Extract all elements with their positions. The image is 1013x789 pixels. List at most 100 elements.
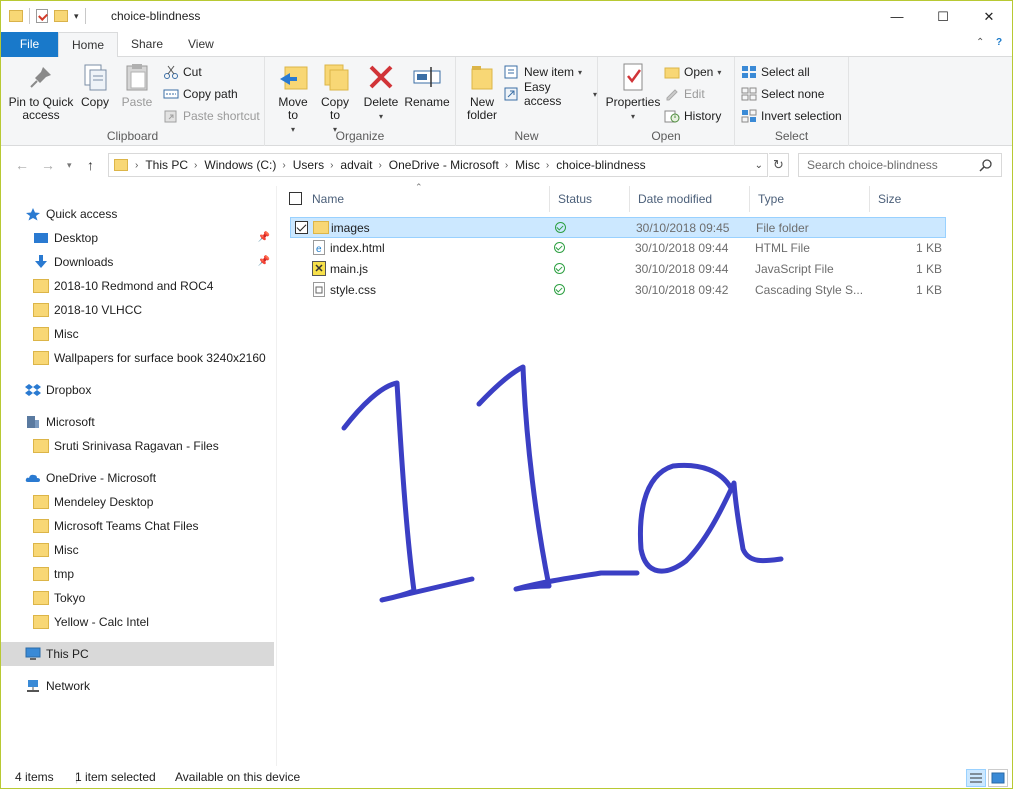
breadcrumb-misc[interactable]: Misc [511, 158, 543, 172]
file-row[interactable]: e index.html 30/10/2018 09:44 HTML File … [290, 238, 946, 259]
file-row[interactable]: main.js 30/10/2018 09:44 JavaScript File… [290, 259, 946, 280]
open-button[interactable]: Open ▾ [664, 63, 721, 81]
new-folder-icon[interactable] [54, 10, 68, 22]
column-status[interactable]: Status [550, 186, 630, 212]
copy-button[interactable]: Copy [77, 61, 113, 109]
up-arrow-icon[interactable]: ↑ [87, 157, 94, 173]
breadcrumb-chevron-icon[interactable]: › [543, 160, 552, 171]
collapse-ribbon-chevron-icon[interactable]: ⌃ [976, 37, 984, 48]
paste-icon [121, 61, 153, 93]
tab-file[interactable]: File [1, 32, 58, 57]
breadcrumb-chevron-icon[interactable]: › [375, 160, 384, 171]
recent-locations-chevron-icon[interactable]: ▾ [67, 160, 72, 171]
pin-to-quick-access-button[interactable]: Pin to Quick access [7, 61, 75, 122]
explorer-window: ▾ choice-blindness — ☐ ✕ File Home Share… [0, 0, 1013, 789]
search-input[interactable] [799, 154, 969, 176]
file-row[interactable]: style.css 30/10/2018 09:42 Cascading Sty… [290, 280, 946, 301]
breadcrumb-chevron-icon[interactable]: › [191, 160, 200, 171]
file-row[interactable]: images 30/10/2018 09:45 File folder [290, 217, 946, 238]
breadcrumb-choice-blindness[interactable]: choice-blindness [552, 158, 648, 172]
nav-folder-onedrive-misc[interactable]: Misc [33, 538, 274, 562]
breadcrumb-chevron-icon[interactable]: › [279, 160, 288, 171]
move-to-button[interactable]: Move to ▾ [273, 61, 313, 136]
invert-selection-button[interactable]: Invert selection [741, 107, 842, 125]
breadcrumb-chevron-icon[interactable]: › [327, 160, 336, 171]
tab-share[interactable]: Share [118, 32, 176, 57]
nav-onedrive[interactable]: OneDrive - Microsoft [25, 466, 274, 490]
nav-dropbox[interactable]: Dropbox [25, 378, 274, 402]
easy-access-label: Easy access [524, 80, 562, 108]
delete-button[interactable]: Delete ▾ [361, 61, 401, 123]
select-all-button[interactable]: Select all [741, 63, 810, 81]
nav-folder-sruti[interactable]: Sruti Srinivasa Ragavan - Files [33, 434, 274, 458]
copy-path-button[interactable]: Copy path [163, 85, 238, 103]
copy-to-button[interactable]: Copy to ▾ [315, 61, 355, 136]
row-checkbox[interactable] [295, 221, 308, 234]
nav-downloads[interactable]: Downloads 📌 [33, 250, 274, 274]
search-box[interactable] [798, 153, 1002, 177]
large-icons-view-button[interactable] [988, 769, 1008, 787]
nav-folder-teams[interactable]: Microsoft Teams Chat Files [33, 514, 274, 538]
breadcrumb-users[interactable]: Users [289, 158, 327, 172]
search-icon[interactable] [979, 158, 993, 175]
refresh-button[interactable]: ↻ [769, 153, 789, 177]
select-all-checkbox[interactable] [289, 192, 302, 205]
nav-folder-tmp[interactable]: tmp [33, 562, 274, 586]
properties-icon[interactable] [36, 9, 48, 23]
minimize-button[interactable]: — [874, 1, 920, 32]
invert-selection-label: Invert selection [761, 109, 842, 123]
nav-folder-mendeley[interactable]: Mendeley Desktop [33, 490, 274, 514]
help-icon[interactable]: ? [996, 37, 1002, 48]
nav-network[interactable]: Network [25, 674, 274, 698]
file-name: images [331, 221, 370, 235]
nav-folder-misc[interactable]: Misc [33, 322, 274, 346]
rename-button[interactable]: Rename [403, 61, 451, 109]
close-button[interactable]: ✕ [966, 1, 1012, 32]
paste-button[interactable]: Paste [119, 61, 155, 109]
column-size[interactable]: Size [870, 186, 946, 212]
details-view-button[interactable] [966, 769, 986, 787]
edit-icon [664, 87, 680, 101]
tab-view[interactable]: View [175, 32, 227, 57]
column-type[interactable]: Type [750, 186, 870, 212]
nav-folder-vlhcc[interactable]: 2018-10 VLHCC [33, 298, 274, 322]
forward-arrow-icon[interactable]: → [41, 157, 55, 173]
customize-toolbar-chevron-icon[interactable]: ▾ [74, 11, 79, 22]
nav-folder-redmond[interactable]: 2018-10 Redmond and ROC4 [33, 274, 274, 298]
address-bar[interactable]: › This PC › Windows (C:) › Users › advai… [108, 153, 768, 177]
breadcrumb-this-pc[interactable]: This PC [141, 158, 191, 172]
nav-this-pc[interactable]: This PC [1, 642, 274, 666]
cut-button[interactable]: Cut [163, 63, 202, 81]
breadcrumb-advait[interactable]: advait [336, 158, 375, 172]
properties-button[interactable]: Properties ▾ [604, 61, 662, 123]
nav-quick-access[interactable]: Quick access [25, 202, 298, 226]
file-type: JavaScript File [755, 262, 834, 276]
nav-desktop[interactable]: Desktop 📌 [33, 226, 274, 250]
select-none-button[interactable]: Select none [741, 85, 824, 103]
breadcrumb-chevron-icon[interactable]: › [502, 160, 511, 171]
nav-microsoft[interactable]: Microsoft [25, 410, 274, 434]
tab-home[interactable]: Home [58, 32, 119, 58]
maximize-button[interactable]: ☐ [920, 1, 966, 32]
folder-icon [313, 221, 329, 234]
edit-button[interactable]: Edit [664, 85, 705, 103]
file-date: 30/10/2018 09:42 [635, 283, 729, 297]
paste-shortcut-button[interactable]: Paste shortcut [163, 107, 260, 125]
column-name[interactable]: Name [304, 186, 550, 212]
breadcrumb-chevron-icon[interactable]: › [132, 160, 141, 171]
nav-folder-wallpapers[interactable]: Wallpapers for surface book 3240x2160 [33, 346, 274, 370]
history-button[interactable]: History [664, 107, 721, 125]
nav-folder-tokyo[interactable]: Tokyo [33, 586, 274, 610]
new-item-button[interactable]: New item ▾ [504, 63, 582, 81]
column-date-modified[interactable]: Date modified [630, 186, 750, 212]
address-dropdown-chevron-icon[interactable]: ⌄ [755, 160, 763, 171]
file-date: 30/10/2018 09:45 [636, 221, 730, 235]
folder-icon[interactable] [9, 10, 23, 22]
breadcrumb-windows-c[interactable]: Windows (C:) [200, 158, 279, 172]
easy-access-button[interactable]: Easy access ▾ [504, 80, 597, 108]
new-folder-button[interactable]: New folder [462, 61, 502, 122]
back-arrow-icon[interactable]: ← [15, 157, 29, 173]
nav-folder-yellow[interactable]: Yellow - Calc Intel [33, 610, 274, 634]
breadcrumb-onedrive[interactable]: OneDrive - Microsoft [385, 158, 502, 172]
folder-icon [33, 303, 49, 317]
